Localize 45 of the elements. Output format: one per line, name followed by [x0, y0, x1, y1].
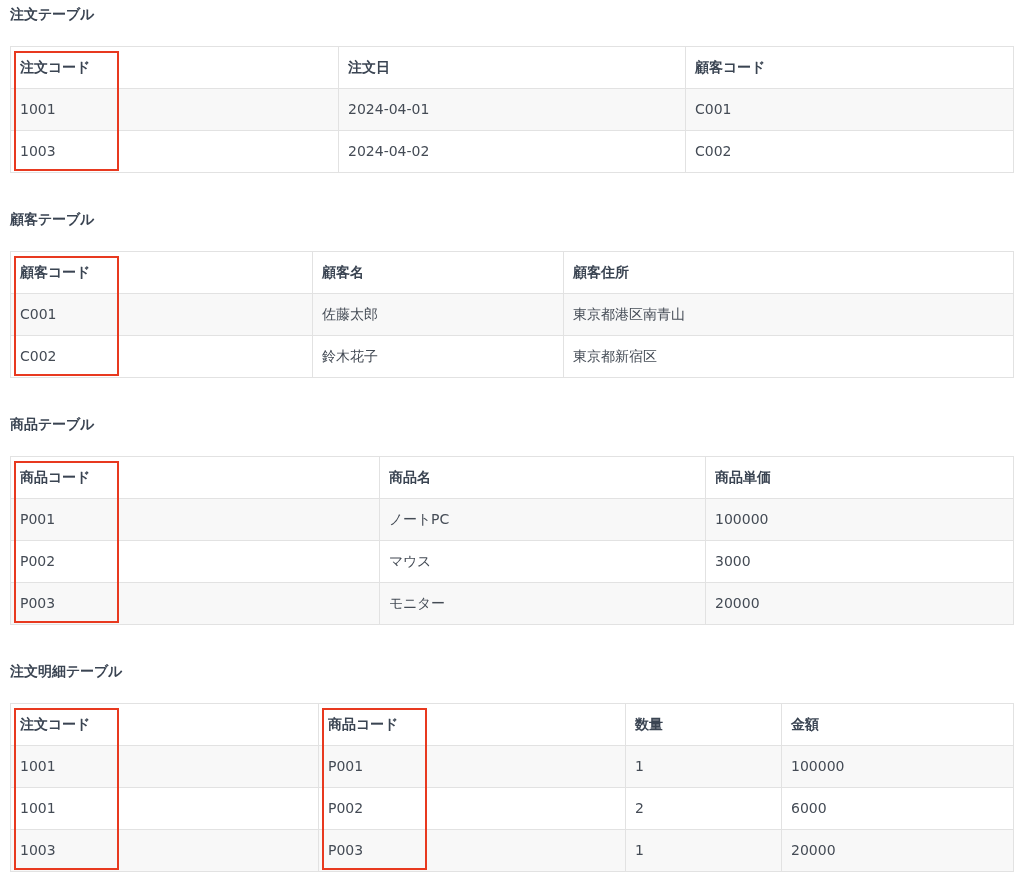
table-cell: P001	[10, 498, 380, 541]
section-title: 商品テーブル	[10, 415, 94, 434]
table-cell: 20000	[781, 829, 1014, 872]
section-title: 注文明細テーブル	[10, 662, 122, 681]
table-cell: P003	[318, 829, 626, 872]
column-header: 金額	[781, 703, 1014, 746]
column-header: 商品名	[379, 456, 706, 499]
table-cell: 東京都港区南青山	[563, 293, 1014, 336]
column-header: 数量	[625, 703, 782, 746]
table-cell: C002	[10, 335, 313, 378]
table-cell: 1001	[10, 745, 319, 788]
table-cell: マウス	[379, 540, 706, 583]
table-cell: P001	[318, 745, 626, 788]
table-cell: 100000	[705, 498, 1014, 541]
column-header: 商品単価	[705, 456, 1014, 499]
section-title: 顧客テーブル	[10, 210, 94, 229]
table-cell: P003	[10, 582, 380, 625]
table-cell: 1	[625, 745, 782, 788]
column-header: 顧客住所	[563, 251, 1014, 294]
table-cell: C001	[685, 88, 1014, 131]
column-header: 顧客コード	[685, 46, 1014, 89]
table-cell: 100000	[781, 745, 1014, 788]
table-cell: モニター	[379, 582, 706, 625]
table-cell: 2024-04-01	[338, 88, 686, 131]
section-title: 注文テーブル	[10, 5, 94, 24]
table-cell: P002	[318, 787, 626, 830]
table-cell: ノートPC	[379, 498, 706, 541]
table-cell: 東京都新宿区	[563, 335, 1014, 378]
table-cell: 2024-04-02	[338, 130, 686, 173]
table-cell: C002	[685, 130, 1014, 173]
table-cell: P002	[10, 540, 380, 583]
table-cell: 3000	[705, 540, 1014, 583]
table-cell: 1003	[10, 130, 339, 173]
table-cell: 20000	[705, 582, 1014, 625]
table-cell: 1003	[10, 829, 319, 872]
table-cell: 1001	[10, 787, 319, 830]
table-cell: C001	[10, 293, 313, 336]
table-cell: 2	[625, 787, 782, 830]
table-cell: 6000	[781, 787, 1014, 830]
column-header: 注文日	[338, 46, 686, 89]
table-cell: 1	[625, 829, 782, 872]
table-cell: 佐藤太郎	[312, 293, 564, 336]
table-cell: 鈴木花子	[312, 335, 564, 378]
table-cell: 1001	[10, 88, 339, 131]
column-header: 顧客名	[312, 251, 564, 294]
